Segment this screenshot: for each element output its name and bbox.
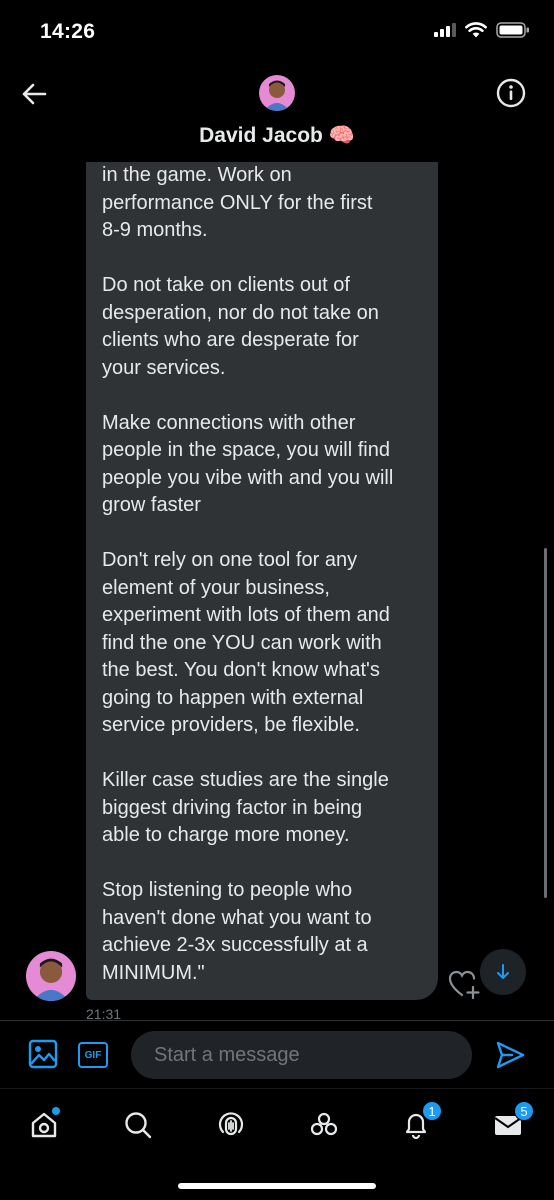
- tab-notifications[interactable]: 1: [396, 1101, 442, 1145]
- spaces-icon: [218, 1112, 244, 1136]
- notifications-badge: 1: [422, 1101, 442, 1121]
- message-line: biggest driving factor in being: [102, 796, 363, 819]
- message-paragraph: in the game. Work on performance ONLY for…: [102, 162, 422, 245]
- message-line: clients who are desperate for: [102, 329, 359, 351]
- conversation-header: David Jacob 🧠: [0, 62, 554, 162]
- add-reaction-button[interactable]: [448, 968, 482, 1000]
- contact-avatar[interactable]: [259, 75, 295, 111]
- message-line: 8-9 months.: [102, 219, 208, 241]
- message-line: element of your business,: [102, 576, 330, 599]
- message-paragraph: Don't rely on one tool for any element of…: [102, 547, 422, 740]
- home-unread-dot: [52, 1107, 60, 1115]
- home-indicator: [178, 1183, 376, 1189]
- message-input[interactable]: [131, 1031, 472, 1079]
- status-bar: 14:26: [0, 0, 554, 62]
- message-line: service providers, be flexible.: [102, 714, 360, 736]
- message-line: experiment with lots of them and: [102, 604, 390, 626]
- message-bubble[interactable]: in the game. Work on performance ONLY for…: [86, 162, 438, 1000]
- avatar-image: [26, 951, 76, 1001]
- message-line: able to charge more money.: [102, 824, 350, 846]
- message-line: going to happen with external: [102, 686, 364, 709]
- tab-spaces[interactable]: [211, 1105, 251, 1145]
- battery-icon: [496, 22, 530, 43]
- message-composer: GIF: [0, 1020, 554, 1088]
- message-line: MINIMUM.": [102, 961, 205, 984]
- message-paragraph: Do not take on clients out of desperation…: [102, 272, 422, 382]
- message-line: Don't rely on one tool for any: [102, 549, 358, 571]
- message-line: find the one YOU can work with: [102, 631, 382, 654]
- message-paragraph: Stop listening to people who haven't done…: [102, 877, 422, 987]
- message-line: people you vibe with and you will: [102, 466, 394, 489]
- status-icons: [434, 22, 530, 43]
- info-button[interactable]: [494, 76, 528, 110]
- message-paragraph: Make connections with other people in the…: [102, 410, 422, 520]
- status-time: 14:26: [40, 20, 96, 43]
- contact-name[interactable]: David Jacob 🧠: [0, 124, 554, 148]
- gif-button[interactable]: GIF: [78, 1042, 108, 1068]
- message-line: Make connections with other: [102, 411, 356, 434]
- back-arrow-icon: [22, 83, 47, 105]
- message-line: Killer case studies are the single: [102, 769, 389, 791]
- gif-label: GIF: [84, 1049, 102, 1061]
- message-line: Stop listening to people who: [102, 879, 353, 901]
- scroll-to-bottom-button[interactable]: [480, 949, 526, 995]
- send-icon: [496, 1041, 525, 1069]
- scrollbar[interactable]: [544, 548, 547, 898]
- tab-home[interactable]: [24, 1105, 64, 1145]
- message-line: grow faster: [102, 494, 201, 516]
- message-line: desperation, nor do not take on: [102, 301, 379, 324]
- message-paragraph: Killer case studies are the single bigges…: [102, 767, 422, 850]
- message-text: in the game. Work on performance ONLY for…: [102, 162, 422, 987]
- message-line: achieve 2-3x successfully at a: [102, 934, 368, 956]
- wifi-icon: [465, 22, 487, 43]
- tab-communities[interactable]: [304, 1105, 344, 1145]
- image-icon: [28, 1039, 58, 1069]
- heart-plus-icon: [448, 970, 480, 1000]
- sender-avatar[interactable]: [26, 951, 76, 1001]
- send-button[interactable]: [494, 1039, 526, 1071]
- arrow-down-icon: [497, 964, 509, 979]
- message-line: Do not take on clients out of: [102, 274, 350, 296]
- back-button[interactable]: [16, 76, 52, 112]
- tab-search[interactable]: [118, 1105, 158, 1145]
- search-icon: [125, 1112, 152, 1139]
- message-line: your services.: [102, 356, 226, 379]
- messages-badge: 5: [514, 1101, 534, 1121]
- message-line: the best. You don't know what's: [102, 659, 380, 681]
- media-button[interactable]: [28, 1039, 60, 1071]
- message-line: haven't done what you want to: [102, 906, 372, 929]
- message-line: people in the space, you will find: [102, 439, 390, 461]
- tab-messages[interactable]: 5: [488, 1101, 534, 1145]
- message-line: in the game. Work on: [102, 164, 292, 186]
- info-icon: [496, 78, 526, 108]
- signal-icon: [434, 23, 456, 42]
- communities-icon: [310, 1112, 338, 1136]
- message-line: performance ONLY for the first: [102, 191, 373, 214]
- avatar-image: [259, 75, 295, 111]
